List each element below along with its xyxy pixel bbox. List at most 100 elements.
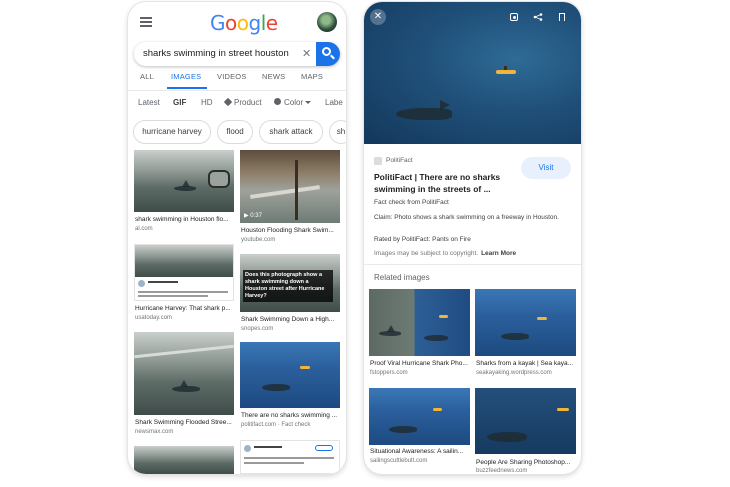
search-input[interactable]: sharks swimming in street houston: [143, 48, 289, 59]
image-result[interactable]: There are no sharks swimming ... politif…: [240, 342, 340, 432]
related-source: buzzfeednews.com: [476, 468, 528, 474]
result-thumbnail: [134, 332, 234, 415]
learn-more-link[interactable]: Learn More: [481, 250, 516, 257]
related-source: sailingscuttlebutt.com: [370, 458, 428, 464]
palette-icon: [274, 98, 281, 105]
result-thumbnail: [134, 446, 234, 474]
filter-product[interactable]: Product: [223, 97, 262, 107]
image-result[interactable]: ▶ 0:37 Houston Flooding Shark Swim... yo…: [240, 150, 340, 248]
site-icon: [374, 157, 382, 165]
thumbnail-overlay-text: Does this photograph show a shark swimmi…: [243, 270, 333, 302]
tab-news[interactable]: NEWS: [262, 72, 285, 81]
filter-labels[interactable]: Labe: [325, 98, 343, 107]
search-button[interactable]: [316, 42, 340, 66]
visit-button[interactable]: Visit: [521, 157, 571, 179]
result-source: snopes.com: [241, 326, 274, 332]
image-result[interactable]: [240, 440, 340, 474]
result-source: newsmax.com: [135, 429, 174, 435]
filter-bar: Latest GIF HD Product Color Labe: [128, 97, 346, 112]
related-image[interactable]: Proof Viral Hurricane Shark Pho... fstop…: [369, 289, 470, 381]
claim-text: Claim: Photo shows a shark swimming on a…: [374, 214, 559, 221]
result-thumbnail: Does this photograph show a shark swimmi…: [240, 254, 340, 312]
rating-text: Rated by PolitiFact: Pants on Fire: [374, 236, 471, 243]
chip-flood[interactable]: flood: [217, 120, 253, 144]
result-caption: shark swimming in Houston flo...: [135, 216, 229, 223]
save-button[interactable]: [554, 9, 570, 25]
chip-more[interactable]: sh: [329, 120, 346, 144]
related-caption: Situational Awareness: A sailin...: [370, 448, 464, 455]
filter-hd[interactable]: HD: [201, 98, 213, 107]
image-detail-phone: ✕ PolitiFact Visit PolitiFact | There ar…: [364, 2, 581, 474]
related-thumbnail: [475, 289, 576, 356]
filter-color[interactable]: Color: [274, 98, 312, 107]
related-thumbnail: [475, 388, 576, 454]
related-caption: Proof Viral Hurricane Shark Pho...: [370, 360, 468, 367]
filter-gif[interactable]: GIF: [173, 98, 186, 107]
filter-latest[interactable]: Latest: [138, 98, 160, 107]
filter-color-label: Color: [284, 98, 304, 107]
related-image[interactable]: Sharks from a kayak | Sea kaya... seakay…: [475, 289, 576, 381]
result-title[interactable]: PolitiFact | There are no sharks swimmin…: [374, 171, 514, 195]
result-thumbnail: [134, 244, 234, 301]
related-images-heading: Related images: [374, 273, 430, 282]
menu-icon[interactable]: [140, 17, 152, 27]
result-thumbnail: [240, 342, 340, 408]
close-button[interactable]: ✕: [370, 9, 386, 25]
copyright-text: Images may be subject to copyright.: [374, 250, 479, 257]
tab-videos[interactable]: VIDEOS: [217, 72, 247, 81]
lens-button[interactable]: [506, 9, 522, 25]
copyright-notice: Images may be subject to copyright. Learn…: [374, 250, 516, 257]
image-result[interactable]: Hurricane Harvey: That shark p... usatod…: [134, 244, 234, 324]
related-caption: People Are Sharing Photoshop...: [476, 459, 571, 466]
result-caption: Shark Swimming Down a High...: [241, 316, 335, 323]
result-source: usatoday.com: [135, 315, 172, 321]
clear-icon[interactable]: ✕: [302, 47, 311, 60]
tag-icon: [223, 97, 233, 107]
tab-all[interactable]: ALL: [140, 72, 154, 81]
image-result[interactable]: shark swimming in Houston flo... al.com: [134, 150, 234, 240]
related-thumbnail: [369, 289, 470, 356]
result-source: politifact.com · Fact check: [241, 422, 311, 428]
filter-product-label: Product: [234, 98, 262, 107]
related-image[interactable]: People Are Sharing Photoshop... buzzfeed…: [475, 388, 576, 474]
related-caption: Sharks from a kayak | Sea kaya...: [476, 360, 574, 367]
active-tab-indicator: [167, 87, 207, 89]
result-source: youtube.com: [241, 237, 276, 243]
result-caption: Houston Flooding Shark Swim...: [241, 227, 334, 234]
tabs-divider: [128, 90, 346, 91]
result-caption: There are no sharks swimming ...: [241, 412, 338, 419]
tab-maps[interactable]: MAPS: [301, 72, 323, 81]
search-tabs: ALL IMAGES VIDEOS NEWS MAPS: [128, 72, 346, 90]
image-result[interactable]: Does this photograph show a shark swimmi…: [240, 254, 340, 334]
google-logo[interactable]: Google: [210, 11, 278, 36]
related-source: fstoppers.com: [370, 370, 408, 376]
fact-check-label: Fact check from PolitiFact: [374, 199, 449, 206]
divider: [364, 264, 581, 265]
bookmark-icon: [559, 13, 565, 21]
search-bar: sharks swimming in street houston ✕: [134, 42, 340, 66]
share-icon: [533, 13, 543, 21]
result-thumbnail: [134, 150, 234, 212]
image-result[interactable]: [134, 446, 234, 474]
chip-shark-attack[interactable]: shark attack: [259, 120, 323, 144]
result-source: al.com: [135, 226, 153, 232]
tab-images[interactable]: IMAGES: [171, 72, 201, 81]
top-bar: Google: [128, 2, 346, 40]
avatar[interactable]: [317, 12, 337, 32]
suggestion-chips: hurricane harvey flood shark attack sh: [128, 120, 346, 144]
search-results-phone: Google sharks swimming in street houston…: [128, 2, 346, 474]
chevron-down-icon: [305, 101, 312, 105]
kayak: [496, 70, 516, 74]
share-button[interactable]: [530, 9, 546, 25]
result-caption: Hurricane Harvey: That shark p...: [135, 305, 231, 312]
image-result[interactable]: Shark Swimming Flooded Stree... newsmax.…: [134, 332, 234, 440]
result-thumbnail: [240, 440, 340, 474]
video-duration: ▶ 0:37: [244, 213, 262, 219]
result-caption: Shark Swimming Flooded Stree...: [135, 419, 232, 426]
hero-image[interactable]: ✕: [364, 2, 581, 144]
source-name: PolitiFact: [386, 157, 413, 164]
related-source: seakayaking.wordpress.com: [476, 370, 552, 376]
result-thumbnail: ▶ 0:37: [240, 150, 340, 223]
chip-hurricane-harvey[interactable]: hurricane harvey: [133, 120, 211, 144]
related-image[interactable]: Situational Awareness: A sailin... saili…: [369, 388, 470, 470]
